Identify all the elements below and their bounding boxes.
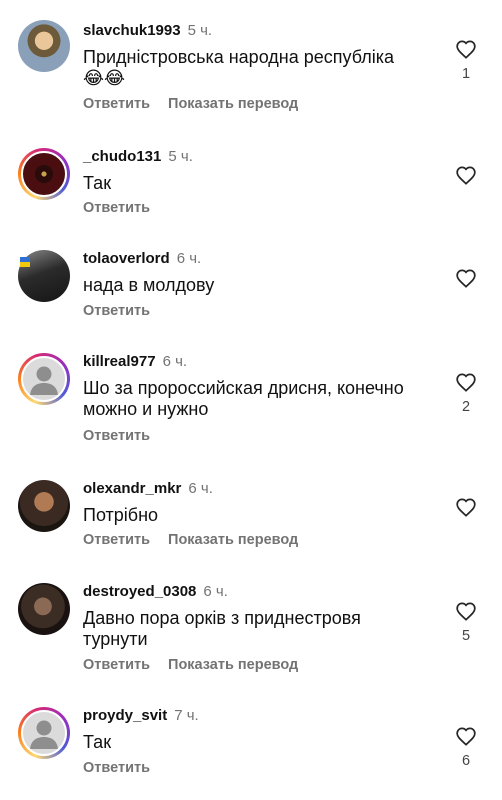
user-photo [18,583,70,635]
comment-time: 6 ч. [162,353,188,370]
reply-button[interactable]: Ответить [83,760,150,776]
user-photo [18,20,70,72]
heart-outline-icon[interactable] [455,601,477,621]
comment-text: Придністровська народна республіка😂😂 [83,47,395,88]
comment-actions: Ответить Показать перевод [83,532,316,548]
like-control[interactable] [454,165,478,185]
comment-actions: Ответить Показать перевод [83,657,316,673]
like-count: 6 [461,753,471,769]
like-control[interactable]: 6 [454,726,478,769]
reply-button[interactable]: Ответить [83,200,150,216]
heart-outline-icon[interactable] [455,372,477,392]
like-count: 1 [461,66,471,82]
comment-text: нада в молдову [83,275,215,295]
show-translation-button[interactable]: Показать перевод [168,532,298,548]
reply-button[interactable]: Ответить [83,96,150,112]
avatar[interactable] [18,148,70,200]
avatar[interactable] [18,583,70,635]
user-photo [18,480,70,532]
username[interactable]: proydy_svit [83,707,167,724]
comment-author[interactable]: killreal977 6 ч. [83,353,187,370]
comment-author[interactable]: _chudo131 5 ч. [83,148,193,165]
comment-time: 6 ч. [203,583,228,600]
comment-time: 6 ч. [188,480,213,497]
username[interactable]: destroyed_0308 [83,583,196,600]
comment-text: Так [83,173,112,193]
reply-button[interactable]: Ответить [83,657,150,673]
comment-actions: Ответить [83,760,168,776]
heart-outline-icon[interactable] [455,268,477,288]
comment-time: 5 ч. [187,22,213,39]
avatar[interactable] [18,707,70,759]
show-translation-button[interactable]: Показать перевод [168,96,298,112]
username[interactable]: killreal977 [83,353,156,370]
default-user-icon [30,720,58,749]
username[interactable]: _chudo131 [83,148,161,165]
default-user-icon [30,366,58,395]
avatar[interactable] [18,353,70,405]
reply-button[interactable]: Ответить [83,303,150,319]
comment-actions: Ответить [83,428,168,444]
show-translation-button[interactable]: Показать перевод [168,657,298,673]
comment-text: Потрібно [83,505,159,525]
flag-icon [20,254,30,267]
default-user-avatar [21,710,67,756]
reply-button[interactable]: Ответить [83,428,150,444]
default-user-avatar [21,356,67,402]
comment-text: Так [83,732,112,752]
like-control[interactable] [454,497,478,517]
comment-time: 7 ч. [174,707,199,724]
comment-text: Шо за пророссийская дрисня, конечно можн… [83,378,404,419]
comment-author[interactable]: slavchuk1993 5 ч. [83,22,212,39]
comment-time: 5 ч. [168,148,193,165]
avatar[interactable] [18,480,70,532]
heart-outline-icon[interactable] [455,165,477,185]
like-control[interactable]: 1 [454,39,478,82]
username[interactable]: tolaoverlord [83,250,170,267]
user-photo [21,151,67,197]
comment-time: 6 ч. [176,250,202,267]
comment-author[interactable]: olexandr_mkr 6 ч. [83,480,213,497]
like-control[interactable]: 5 [454,601,478,644]
avatar[interactable] [18,20,70,72]
username[interactable]: slavchuk1993 [83,22,181,39]
comment-actions: Ответить Показать перевод [83,96,316,112]
comment-text: Давно пора орків з приднестровя турнути [83,608,361,649]
like-count: 2 [461,399,471,415]
comment-author[interactable]: proydy_svit 7 ч. [83,707,199,724]
like-count: 5 [461,628,471,644]
heart-outline-icon[interactable] [455,39,477,59]
username[interactable]: olexandr_mkr [83,480,181,497]
heart-outline-icon[interactable] [455,726,477,746]
comment-actions: Ответить [83,303,168,319]
like-control[interactable]: 2 [454,372,478,415]
like-control[interactable] [454,268,478,288]
reply-button[interactable]: Ответить [83,532,150,548]
comment-author[interactable]: destroyed_0308 6 ч. [83,583,228,600]
comment-actions: Ответить [83,200,168,216]
heart-outline-icon[interactable] [455,497,477,517]
comment-author[interactable]: tolaoverlord 6 ч. [83,250,201,267]
